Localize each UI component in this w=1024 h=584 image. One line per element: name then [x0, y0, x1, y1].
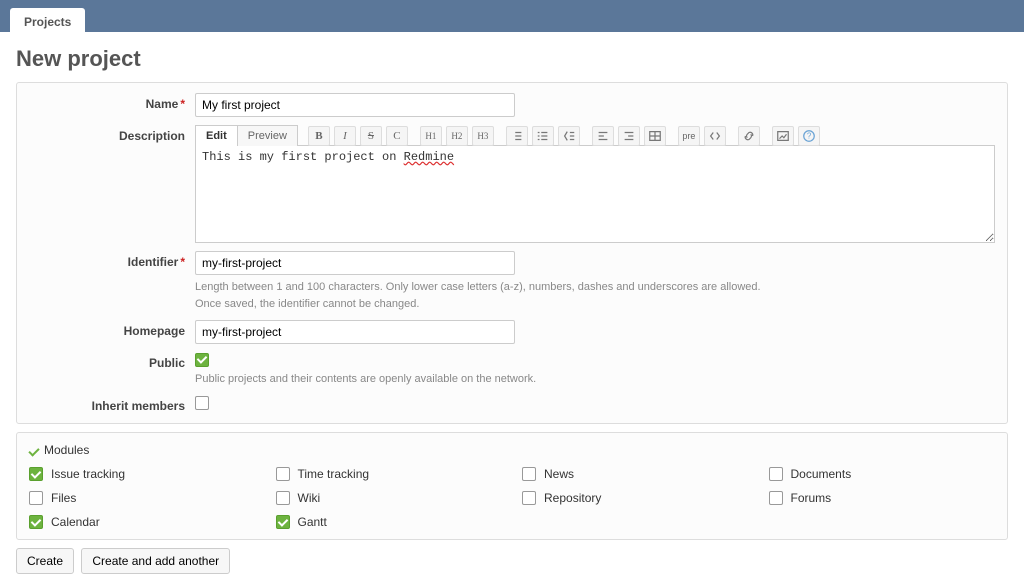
check-icon: [29, 446, 40, 457]
module-checkbox[interactable]: [276, 467, 290, 481]
tab-projects[interactable]: Projects: [10, 8, 85, 36]
module-checkbox[interactable]: [522, 491, 536, 505]
label-homepage: Homepage: [29, 320, 195, 338]
tab-edit[interactable]: Edit: [195, 125, 238, 146]
module-item: Repository: [522, 491, 749, 505]
modules-box: Modules Issue tracking Time tracking News D…: [16, 432, 1008, 540]
indent-left-icon[interactable]: [592, 126, 614, 146]
description-textarea[interactable]: This is my first project on Redmine: [195, 145, 995, 243]
module-checkbox[interactable]: [522, 467, 536, 481]
label-description: Description: [29, 125, 195, 143]
identifier-input[interactable]: [195, 251, 515, 275]
pre-icon[interactable]: pre: [678, 126, 700, 146]
h2-icon[interactable]: H2: [446, 126, 468, 146]
modules-header: Modules: [29, 443, 995, 457]
codeblock-icon[interactable]: [704, 126, 726, 146]
inherit-checkbox[interactable]: [195, 396, 209, 410]
create-button[interactable]: Create: [16, 548, 74, 574]
button-row: Create Create and add another: [16, 548, 1008, 574]
module-item: Issue tracking: [29, 467, 256, 481]
required-marker: *: [180, 255, 185, 269]
module-label: Calendar: [51, 515, 100, 529]
module-label: Forums: [791, 491, 832, 505]
module-item: Files: [29, 491, 256, 505]
module-item: Documents: [769, 467, 996, 481]
outdent-icon[interactable]: [558, 126, 580, 146]
module-checkbox[interactable]: [276, 515, 290, 529]
label-identifier: Identifier*: [29, 251, 195, 269]
homepage-input[interactable]: [195, 320, 515, 344]
module-item: Gantt: [276, 515, 503, 529]
module-label: Documents: [791, 467, 852, 481]
module-item: Calendar: [29, 515, 256, 529]
module-checkbox[interactable]: [769, 467, 783, 481]
page-title: New project: [16, 46, 1008, 72]
h1-icon[interactable]: H1: [420, 126, 442, 146]
module-item: Wiki: [276, 491, 503, 505]
help-icon[interactable]: ?: [798, 126, 820, 146]
italic-icon[interactable]: I: [334, 126, 356, 146]
code-icon[interactable]: C: [386, 126, 408, 146]
ol-icon[interactable]: [532, 126, 554, 146]
editor-head: Edit Preview BISC H1H2H3 pre?: [195, 125, 995, 146]
strike-icon[interactable]: S: [360, 126, 382, 146]
project-form-box: Name* Description Edit Preview BISCH1H2H…: [16, 82, 1008, 424]
public-checkbox[interactable]: [195, 353, 209, 367]
module-label: Issue tracking: [51, 467, 125, 481]
svg-text:?: ?: [807, 131, 812, 140]
create-add-button[interactable]: Create and add another: [81, 548, 230, 574]
indent-right-icon[interactable]: [618, 126, 640, 146]
label-name: Name*: [29, 93, 195, 111]
module-label: Time tracking: [298, 467, 370, 481]
module-label: Wiki: [298, 491, 321, 505]
module-checkbox[interactable]: [769, 491, 783, 505]
required-marker: *: [180, 97, 185, 111]
tab-preview[interactable]: Preview: [238, 125, 298, 146]
module-checkbox[interactable]: [29, 515, 43, 529]
module-label: Repository: [544, 491, 601, 505]
editor-toolbar: BISC H1H2H3 pre?: [298, 126, 828, 146]
image-icon[interactable]: [772, 126, 794, 146]
public-hint: Public projects and their contents are o…: [195, 371, 995, 388]
bold-icon[interactable]: B: [308, 126, 330, 146]
top-bar: Projects: [0, 0, 1024, 32]
module-checkbox[interactable]: [29, 467, 43, 481]
module-item: Forums: [769, 491, 996, 505]
module-item: News: [522, 467, 749, 481]
link-icon[interactable]: [738, 126, 760, 146]
h3-icon[interactable]: H3: [472, 126, 494, 146]
module-label: Files: [51, 491, 76, 505]
table-icon[interactable]: [644, 126, 666, 146]
module-checkbox[interactable]: [29, 491, 43, 505]
identifier-hint: Length between 1 and 100 characters. Onl…: [195, 279, 995, 312]
ul-icon[interactable]: [506, 126, 528, 146]
module-label: Gantt: [298, 515, 327, 529]
module-item: Time tracking: [276, 467, 503, 481]
label-public: Public: [29, 352, 195, 370]
label-inherit: Inherit members: [29, 395, 195, 413]
module-label: News: [544, 467, 574, 481]
name-input[interactable]: [195, 93, 515, 117]
module-checkbox[interactable]: [276, 491, 290, 505]
